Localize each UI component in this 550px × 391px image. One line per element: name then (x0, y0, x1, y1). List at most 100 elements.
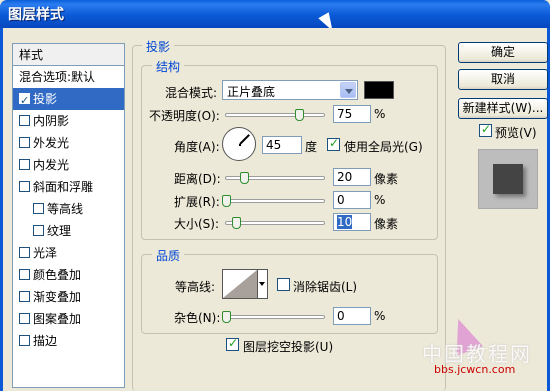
spread-value: 0 (337, 193, 345, 207)
chevron-down-icon (340, 82, 356, 98)
style-list-item[interactable]: 光泽 (13, 242, 124, 264)
style-checkbox[interactable] (33, 203, 44, 214)
distance-label: 距离(D): (174, 172, 221, 186)
new-style-button[interactable]: 新建样式(W)... (458, 98, 548, 119)
style-list-item[interactable]: 投影 (13, 88, 124, 112)
style-checkbox[interactable] (19, 269, 30, 280)
size-value: 10 (337, 215, 353, 229)
style-checkbox[interactable] (19, 313, 30, 324)
opacity-value: 75 (337, 107, 353, 121)
section-title: 投影 (142, 38, 175, 55)
blend-mode-label: 混合模式: (165, 86, 218, 100)
spread-label: 扩展(R): (174, 195, 220, 209)
noise-unit: % (374, 309, 386, 323)
distance-value: 20 (337, 170, 353, 184)
style-list-item-label: 外发光 (33, 136, 70, 150)
noise-slider-thumb[interactable] (222, 311, 231, 323)
style-list-item[interactable]: 描边 (13, 330, 124, 352)
cancel-button[interactable]: 取消 (458, 69, 548, 90)
size-label: 大小(S): (174, 217, 220, 231)
style-list-item-label: 描边 (33, 334, 58, 348)
angle-value: 45 (266, 138, 282, 152)
blend-mode-value: 正片叠底 (227, 85, 276, 99)
style-list-item[interactable]: 纹理 (13, 220, 124, 242)
style-list-item[interactable]: 斜面和浮雕 (13, 176, 124, 198)
style-list-item-label: 光泽 (33, 246, 58, 260)
anti-alias-checkbox[interactable] (277, 278, 290, 291)
style-checkbox[interactable] (19, 335, 30, 346)
angle-input[interactable]: 45 (262, 136, 302, 154)
angle-label: 角度(A): (174, 140, 220, 154)
size-unit: 像素 (374, 217, 399, 231)
style-list-item[interactable]: 颜色叠加 (13, 264, 124, 286)
distance-slider-thumb[interactable] (240, 172, 249, 184)
shadow-color-swatch[interactable] (364, 81, 394, 99)
opacity-unit: % (374, 107, 386, 121)
style-list-item-label: 混合选项:默认 (19, 70, 96, 84)
style-list-item-label: 斜面和浮雕 (33, 180, 94, 194)
noise-slider-track[interactable] (225, 315, 325, 319)
structure-title: 结构 (152, 58, 185, 75)
title-bar[interactable]: 图层样式 (0, 0, 550, 28)
distance-unit: 像素 (374, 172, 399, 186)
opacity-slider-thumb[interactable] (295, 109, 304, 121)
contour-label: 等高线: (175, 280, 216, 294)
style-list-item[interactable]: 图案叠加 (13, 308, 124, 330)
spread-input[interactable]: 0 (333, 191, 371, 209)
distance-input[interactable]: 20 (333, 168, 371, 186)
noise-value: 0 (337, 309, 345, 323)
style-list-item[interactable]: 内发光 (13, 154, 124, 176)
quality-title: 品质 (152, 247, 185, 264)
contour-picker[interactable] (222, 269, 258, 299)
style-list-item[interactable]: 外发光 (13, 132, 124, 154)
style-checkbox[interactable] (19, 291, 30, 302)
style-list-item-label: 渐变叠加 (33, 290, 82, 304)
style-list-item-label: 图案叠加 (33, 312, 82, 326)
style-list-items: 混合选项:默认投影内阴影外发光内发光斜面和浮雕等高线纹理光泽颜色叠加渐变叠加图案… (13, 66, 124, 352)
preview-checkbox[interactable] (479, 122, 492, 137)
style-checkbox[interactable] (19, 90, 30, 112)
spread-slider-thumb[interactable] (222, 195, 231, 207)
global-light-checkbox[interactable] (327, 136, 340, 151)
spread-unit: % (374, 193, 386, 207)
preview-square (493, 164, 523, 194)
style-list-header[interactable]: 样式 (13, 44, 124, 66)
style-list-item-label: 投影 (33, 92, 58, 106)
window-title: 图层样式 (8, 7, 64, 23)
style-checkbox[interactable] (19, 159, 30, 170)
ok-button[interactable]: 确定 (458, 42, 548, 63)
style-list-item[interactable]: 混合选项:默认 (13, 66, 124, 88)
angle-dial[interactable] (222, 127, 256, 161)
noise-label: 杂色(N): (174, 311, 221, 325)
contour-dropdown[interactable] (258, 269, 268, 299)
style-list-item-label: 内阴影 (33, 114, 70, 128)
style-checkbox[interactable] (19, 137, 30, 148)
size-slider-thumb[interactable] (232, 217, 241, 229)
angle-unit: 度 (305, 140, 318, 154)
style-list-item-label: 纹理 (47, 224, 72, 238)
style-checkbox[interactable] (19, 247, 30, 258)
style-checkbox[interactable] (33, 225, 44, 236)
style-list-item[interactable]: 等高线 (13, 198, 124, 220)
opacity-label: 不透明度(O): (149, 109, 220, 123)
style-list: 样式 混合选项:默认投影内阴影外发光内发光斜面和浮雕等高线纹理光泽颜色叠加渐变叠… (12, 43, 125, 388)
preview-label: 预览(V) (495, 126, 537, 140)
blend-mode-select[interactable]: 正片叠底 (222, 80, 358, 100)
style-checkbox[interactable] (19, 115, 30, 126)
noise-input[interactable]: 0 (333, 307, 371, 325)
style-list-item-label: 内发光 (33, 158, 70, 172)
style-list-item[interactable]: 内阴影 (13, 110, 124, 132)
knockout-label: 图层挖空投影(U) (243, 340, 334, 354)
style-list-item-label: 颜色叠加 (33, 268, 82, 282)
style-list-item[interactable]: 渐变叠加 (13, 286, 124, 308)
preview-thumbnail (478, 149, 538, 209)
size-input[interactable]: 10 (333, 213, 371, 231)
anti-alias-label: 消除锯齿(L) (293, 280, 358, 294)
opacity-input[interactable]: 75 (333, 105, 371, 123)
style-list-item-label: 等高线 (47, 202, 84, 216)
global-light-label: 使用全局光(G) (344, 140, 423, 154)
opacity-slider-track[interactable] (225, 113, 325, 117)
spread-slider-track[interactable] (225, 199, 325, 203)
knockout-checkbox[interactable] (226, 336, 239, 351)
style-checkbox[interactable] (19, 181, 30, 192)
